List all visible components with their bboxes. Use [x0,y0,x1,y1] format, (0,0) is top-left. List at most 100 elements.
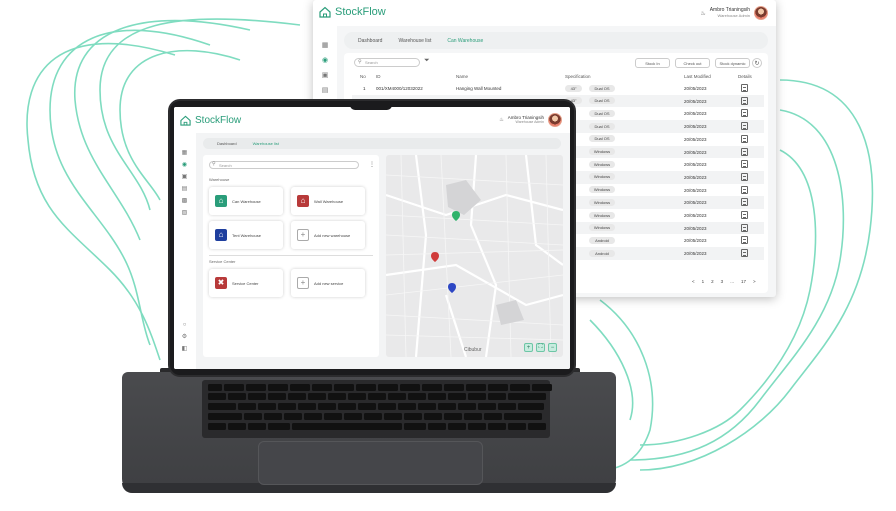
top-bar: StockFlow ♨ Ambro Trianingsih Warehouse … [313,0,776,26]
report-icon[interactable]: ▤ [181,185,188,192]
search-input[interactable]: ⚲ Search [354,58,420,67]
cell-last-modified: 20/05/2023 [684,213,707,218]
brand-name: StockFlow [195,115,242,126]
details-icon[interactable] [741,223,748,232]
os-badge: Dual OS [589,97,615,105]
help-icon[interactable]: ○ [181,321,188,328]
keyboard [202,380,552,438]
trackpad[interactable] [258,441,483,485]
tools-icon: ✖ [215,277,227,289]
map-view[interactable]: Cibubur + ⛶ − [386,155,563,357]
col-specification[interactable]: Specification [565,74,591,79]
col-details[interactable]: Details [738,74,752,79]
screen-size-badge: 43" [565,84,582,92]
stock-in-button[interactable]: Stock In [635,58,670,68]
bell-icon[interactable]: ♨ [499,117,503,123]
os-badge: Dual OS [589,122,615,130]
details-icon[interactable] [741,185,748,194]
page-3[interactable]: 3 [721,279,724,284]
crumb-dashboard[interactable]: Dashboard [358,38,382,44]
details-icon[interactable] [741,211,748,219]
table-row[interactable]: 1 001/XM4000/12032022 Hanging Wall Mounted… [352,82,764,95]
details-icon[interactable] [741,122,748,131]
os-badge: Windows [589,173,615,181]
calendar-icon[interactable]: ▣ [181,173,188,180]
divider [209,255,373,256]
details-icon[interactable] [741,109,748,118]
can-warehouse-card[interactable]: ⌂ Can Warehouse [209,187,283,215]
crumb-dashboard[interactable]: Dashboard [217,141,237,146]
page-2[interactable]: 2 [711,279,714,284]
details-icon[interactable] [741,134,748,143]
refresh-icon[interactable]: ↻ [752,58,762,68]
crumb-warehouse-list[interactable]: Warehouse list [398,38,431,44]
fullscreen-icon[interactable]: ⛶ [536,343,545,352]
col-id[interactable]: ID [376,74,381,79]
page-next[interactable]: > [753,279,756,284]
box-icon[interactable]: ▧ [181,209,188,216]
cell-last-modified: 20/05/2023 [684,149,707,155]
stock-dynamic-button[interactable]: Stock dynamic [715,58,750,68]
map-canvas[interactable]: Cibubur [386,155,563,357]
page-prev[interactable]: < [692,279,695,284]
avatar[interactable] [548,113,562,127]
app-logo[interactable]: StockFlow [319,6,386,18]
page-17[interactable]: 17 [741,279,746,284]
zoom-in-icon[interactable]: + [524,343,533,352]
stage: StockFlow ♨ Ambro Trianingsih Warehouse … [0,0,896,511]
os-badge: Dual OS [589,109,615,117]
filter-icon[interactable]: ⏷ [424,57,430,65]
details-icon[interactable] [741,84,748,92]
cell-last-modified: 20/05/2023 [684,251,707,257]
details-icon[interactable] [741,249,748,258]
card-label: Add new service [314,280,344,286]
service-center-card[interactable]: ✖ Service Center [209,269,283,297]
crumb-current: Can Warehouse [447,37,484,44]
breadcrumb: Dashboard Warehouse list [203,138,561,149]
report-icon[interactable]: ▤ [321,86,329,94]
bell-icon[interactable]: ♨ [700,10,705,17]
cell-last-modified: 20/05/2023 [684,200,707,206]
warehouse-nav-icon[interactable]: ◉ [181,161,188,168]
cell-last-modified: 20/05/2023 [684,162,707,168]
cell-last-modified: 20/05/2023 [684,238,707,244]
calendar-icon[interactable]: ▣ [321,71,329,79]
card-label: Add new warehouse [314,232,351,238]
user-menu[interactable]: ♨ Ambro Trianingsih Warehouse Admin [499,113,562,127]
details-icon[interactable] [741,147,748,156]
tent-warehouse-card[interactable]: ⌂ Tent Warehouse [209,221,283,249]
avatar[interactable] [754,6,768,20]
cell-last-modified: 20/05/2023 [684,124,707,130]
table-header: No ID Name Specification Last Modified D… [352,73,764,82]
details-icon[interactable] [741,172,748,181]
col-no[interactable]: No [360,74,366,79]
page-1[interactable]: 1 [702,279,705,284]
details-icon[interactable] [741,96,748,105]
col-name[interactable]: Name [456,74,468,79]
grid-icon[interactable]: ▦ [321,41,329,49]
settings-icon[interactable]: ⚙ [181,333,188,340]
search-placeholder: Search [219,162,232,168]
details-icon[interactable] [741,160,748,169]
details-icon[interactable] [741,236,748,245]
col-last-modified[interactable]: Last Modified [684,74,711,79]
check-out-button[interactable]: Check out [675,58,710,68]
os-badge: Windows [589,211,615,219]
logout-icon[interactable]: ◧ [181,345,188,352]
add-service-card[interactable]: + Add new service [291,269,365,297]
grid-icon[interactable]: ▦ [181,149,188,156]
details-icon[interactable] [741,198,748,207]
scan-icon[interactable]: ▩ [181,197,188,204]
wall-warehouse-card[interactable]: ⌂ Wall Warehouse [291,187,365,215]
user-menu[interactable]: ♨ Ambro Trianingsih Warehouse Admin [700,6,768,20]
warehouse-nav-icon[interactable]: ◉ [321,56,329,64]
search-icon: ⚲ [212,161,216,167]
more-options-icon[interactable]: ⋮ [369,161,375,168]
os-badge: Android [589,236,615,244]
os-badge: Windows [589,186,615,194]
add-warehouse-card[interactable]: + Add new warehouse [291,221,365,249]
search-input[interactable]: ⚲ Search [209,161,359,169]
zoom-out-icon[interactable]: − [548,343,557,352]
app-logo[interactable]: StockFlow [180,115,241,126]
keyboard-row [208,423,546,430]
